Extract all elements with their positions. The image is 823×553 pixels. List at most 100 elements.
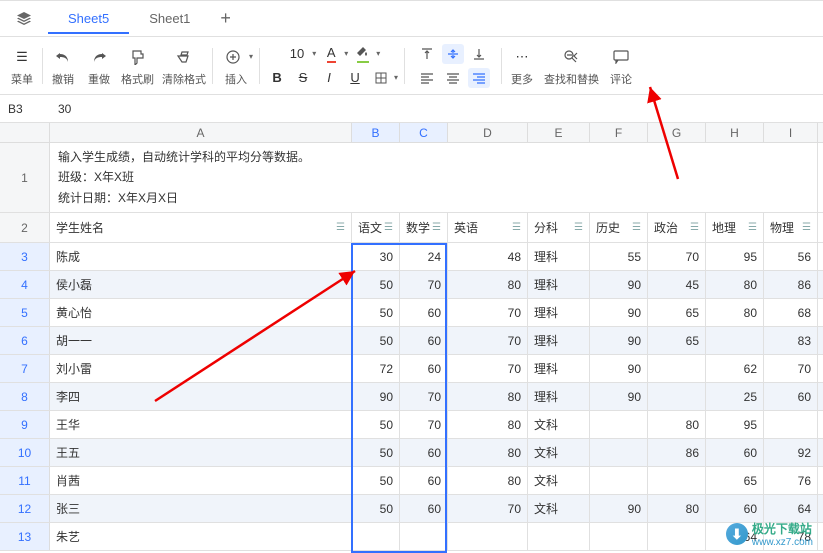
cell[interactable] [352,523,400,550]
cell[interactable]: 60 [400,299,448,326]
cell[interactable] [590,467,648,494]
cell[interactable]: 黄心怡 [50,299,352,326]
cell[interactable]: 70 [448,355,528,382]
cell[interactable]: 80 [448,383,528,410]
col-header-c[interactable]: C [400,123,448,142]
cell[interactable]: 60 [706,439,764,466]
tab-sheet1[interactable]: Sheet1 [129,3,210,34]
chevron-down-icon[interactable]: ▾ [394,73,398,82]
menu-icon[interactable]: ☰ [8,45,36,69]
cell[interactable]: 62 [706,355,764,382]
cell[interactable]: 理科 [528,327,590,354]
row-header[interactable]: 11 [0,467,50,494]
filter-icon[interactable]: ☰ [336,222,345,233]
cell[interactable]: 学生姓名☰ [50,213,352,242]
cell[interactable]: 物理☰ [764,213,818,242]
cell[interactable]: 政治☰ [648,213,706,242]
cell[interactable]: 76 [764,467,818,494]
cell[interactable]: 60 [400,439,448,466]
cell[interactable]: 理科 [528,355,590,382]
cell[interactable]: 文科 [528,495,590,522]
cell[interactable]: 83 [764,327,818,354]
cell[interactable]: 刘小雷 [50,355,352,382]
cell[interactable]: 70 [448,495,528,522]
row-header[interactable]: 9 [0,411,50,438]
row-header[interactable]: 5 [0,299,50,326]
cell[interactable]: 70 [400,383,448,410]
cell[interactable]: 65 [706,467,764,494]
clear-format-button[interactable] [170,45,198,69]
cell[interactable]: 80 [448,439,528,466]
bold-button[interactable]: B [266,68,288,88]
row-header[interactable]: 1 [0,143,50,212]
cell[interactable]: 86 [764,271,818,298]
col-header-h[interactable]: H [706,123,764,142]
cell[interactable]: 80 [448,411,528,438]
valign-bottom-button[interactable] [468,44,490,64]
cell[interactable]: 65 [648,299,706,326]
filter-icon[interactable]: ☰ [802,222,811,233]
undo-button[interactable] [49,45,77,69]
cell[interactable]: 理科 [528,271,590,298]
cell[interactable] [648,467,706,494]
cell[interactable]: 80 [648,411,706,438]
cell[interactable]: 90 [590,383,648,410]
cell[interactable]: 肖茜 [50,467,352,494]
cell[interactable]: 90 [590,271,648,298]
cell[interactable]: 历史☰ [590,213,648,242]
cell[interactable]: 80 [448,467,528,494]
cell[interactable]: 70 [400,411,448,438]
cell[interactable]: 输入学生成绩，自动统计学科的平均分等数据。 班级：X年X班 统计日期：X年X月X… [50,143,818,212]
cell-value[interactable]: 30 [50,102,79,116]
cell[interactable] [400,523,448,550]
cell[interactable]: 90 [590,299,648,326]
cell[interactable]: 80 [706,299,764,326]
cell[interactable]: 理科 [528,383,590,410]
cell[interactable]: 70 [400,271,448,298]
cell[interactable]: 60 [400,355,448,382]
filter-icon[interactable]: ☰ [632,222,641,233]
col-header-f[interactable]: F [590,123,648,142]
more-button[interactable]: ⋯ [508,45,536,69]
chevron-down-icon[interactable]: ▾ [249,52,253,61]
strikethrough-button[interactable]: S [292,68,314,88]
cell[interactable]: 45 [648,271,706,298]
cell[interactable]: 理科 [528,299,590,326]
align-right-button[interactable] [468,68,490,88]
cell[interactable] [764,411,818,438]
valign-middle-button[interactable] [442,44,464,64]
italic-button[interactable]: I [318,68,340,88]
cell[interactable]: 70 [448,299,528,326]
cell[interactable]: 65 [648,327,706,354]
borders-button[interactable] [370,68,392,88]
chevron-down-icon[interactable]: ▾ [344,49,348,58]
cell[interactable]: 70 [448,327,528,354]
cell[interactable]: 55 [590,243,648,270]
filter-icon[interactable]: ☰ [748,222,757,233]
insert-button[interactable] [219,45,247,69]
cell[interactable]: 90 [590,327,648,354]
cell[interactable]: 80 [448,271,528,298]
cell[interactable]: 48 [448,243,528,270]
cell[interactable]: 95 [706,243,764,270]
cell[interactable]: 张三 [50,495,352,522]
spreadsheet-grid[interactable]: A B C D E F G H I 1 输入学生成绩，自动统计学科的平均分等数据… [0,123,823,551]
cell[interactable] [590,411,648,438]
cell[interactable]: 90 [590,355,648,382]
cell[interactable]: 60 [400,327,448,354]
cell[interactable]: 24 [400,243,448,270]
cell[interactable] [590,523,648,550]
cell[interactable]: 胡一一 [50,327,352,354]
cell[interactable]: 60 [400,495,448,522]
row-header[interactable]: 12 [0,495,50,522]
cell[interactable]: 60 [400,467,448,494]
cell[interactable]: 地理☰ [706,213,764,242]
cell[interactable]: 70 [648,243,706,270]
cell[interactable]: 30 [352,243,400,270]
cell[interactable]: 50 [352,327,400,354]
cell[interactable]: 80 [648,495,706,522]
filter-icon[interactable]: ☰ [432,222,441,233]
col-header-g[interactable]: G [648,123,706,142]
select-all-corner[interactable] [0,123,50,142]
cell[interactable]: 68 [764,299,818,326]
